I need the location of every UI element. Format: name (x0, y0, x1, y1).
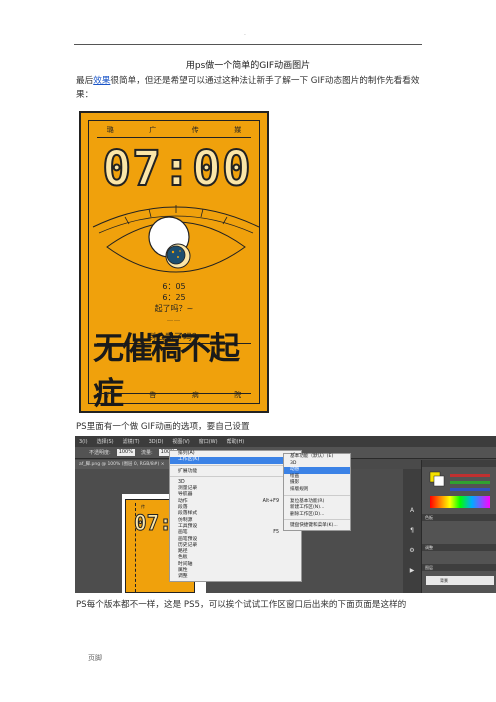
eye-illustration (92, 205, 260, 273)
poster-time-line: 6：05 (162, 282, 186, 291)
mini-top-char: 传 (141, 504, 145, 509)
intro-paragraph: 最后效果很简单，但还是希望可以通过这种法让新手了解一下 GIF动态图片的制作先看… (76, 74, 426, 102)
menu-separator (170, 475, 301, 479)
ps-menu-item[interactable]: 滤镜(T) (123, 438, 140, 445)
poster-top-char: 璐 (106, 126, 114, 134)
photoshop-screenshot: 3(I) 选择(S) 滤镜(T) 3D(D) 视图(V) 窗口(W) 帮助(H)… (75, 436, 496, 593)
opacity-label: 不透明度: (89, 450, 111, 456)
submenu-item-typography[interactable]: 排版规则 (284, 487, 350, 494)
document-title: 用ps做一个简单的GIF动画图片 (185, 61, 311, 71)
submenu-separator (284, 494, 350, 498)
poster-slogan: 无催稿不起症 (93, 331, 240, 412)
submenu-item-new-workspace[interactable]: 新建工作区(N)... (284, 505, 350, 512)
poster-bottom-char: 病 (191, 391, 199, 399)
submenu-item-photography[interactable]: 摄影 (284, 480, 350, 487)
opacity-input[interactable]: 100% (116, 449, 135, 456)
poster-frame: 璐 广 传 媒 07:00 6：05 6：25 起了吗？~ …… 到公司了吗？ … (88, 120, 260, 412)
submenu-item-shortcuts[interactable]: 键盘快捷键和菜单(K)... (284, 523, 350, 530)
poster-clock: 07:00 (101, 140, 252, 198)
poster-top-char: 媒 (234, 126, 242, 134)
play-tool-icon[interactable]: ▶ (406, 565, 418, 577)
ps-menu-item[interactable]: 帮助(H) (227, 438, 245, 445)
poster-top-char: 传 (191, 126, 199, 134)
menu-item-extensions[interactable]: 扩展功能▶ (170, 469, 301, 475)
ps-menu-item[interactable]: 3(I) (79, 439, 88, 445)
submenu-item-delete-workspace[interactable]: 删除工作区(D)... (284, 512, 350, 519)
ps-menu-item[interactable]: 视图(V) (172, 438, 189, 445)
poster-top-char: 广 (149, 126, 157, 134)
submenu-separator (284, 519, 350, 522)
intro-text-after: 很简单，但还是希望可以通过这种法让新手了解一下 GIF动态图片的制作先看看效果： (76, 76, 420, 100)
color-panel-header[interactable] (422, 460, 496, 467)
settings-tool-icon[interactable]: ⚙ (406, 545, 418, 557)
menu-item-adjustments[interactable]: 调整 (170, 574, 301, 580)
paragraph-tool-icon[interactable]: ¶ (406, 525, 418, 537)
caption-ps-version: PS每个版本都不一样，这是 PS5，可以挨个试试工作区窗口后出来的下面页面是这样… (76, 600, 407, 610)
poster-time-line: 6：25 (162, 293, 186, 302)
ps-panels: 色板 调整 图层 背景 (421, 460, 496, 593)
workspace-submenu: 基本功能（默认）(E) 3D 动感 绘画 摄影 排版规则 复位基本功能(R) 新… (283, 453, 351, 531)
poster-bottom-text: 广 告 病 院 (89, 390, 259, 400)
layers-tab[interactable]: 图层 (422, 564, 496, 571)
flow-label: 流量: (140, 450, 153, 456)
menu-item-workspace[interactable]: 工作区(K)▶ (170, 457, 301, 464)
poster-bottom-char: 院 (234, 391, 242, 399)
ps-menu-item[interactable]: 窗口(W) (199, 438, 218, 445)
poster-time-list: 6：05 6：25 起了吗？~ …… (89, 281, 259, 325)
header-mark: . (244, 30, 246, 37)
poster-top-text: 璐 广 传 媒 (89, 125, 259, 135)
text-tool-icon[interactable]: A (406, 505, 418, 517)
page-footer: 页脚 (88, 654, 102, 662)
poster-image: 璐 广 传 媒 07:00 6：05 6：25 起了吗？~ …… 到公司了吗？ … (79, 111, 269, 413)
swatches-tab[interactable]: 色板 (422, 514, 496, 521)
ps-menu-item[interactable]: 选择(S) (97, 438, 114, 445)
poster-bottom-char: 告 (149, 391, 157, 399)
intro-link[interactable]: 效果 (93, 76, 110, 86)
color-picker[interactable] (428, 470, 492, 510)
menu-separator (170, 464, 301, 468)
ps-menubar: 3(I) 选择(S) 滤镜(T) 3D(D) 视图(V) 窗口(W) 帮助(H) (75, 436, 496, 447)
layer-row[interactable]: 背景 (426, 576, 494, 585)
poster-time-line: 起了吗？~ (154, 304, 194, 313)
submenu-item-essentials[interactable]: 基本功能（默认）(E) (284, 454, 350, 461)
poster-bottom-char: 广 (106, 391, 114, 399)
adjustments-tab[interactable]: 调整 (422, 544, 496, 551)
ps-toolbar: A ¶ ⚙ ▶ (403, 469, 421, 593)
caption-gif-option: PS里面有一个做 GIF动画的选项，要自己设置 (76, 422, 250, 432)
poster-top-rule (97, 137, 251, 138)
ps-menu-item[interactable]: 3D(D) (149, 439, 164, 445)
submenu-item-motion[interactable]: 动感 (284, 467, 350, 474)
intro-text-before: 最后 (76, 76, 94, 86)
header-divider (74, 44, 422, 45)
